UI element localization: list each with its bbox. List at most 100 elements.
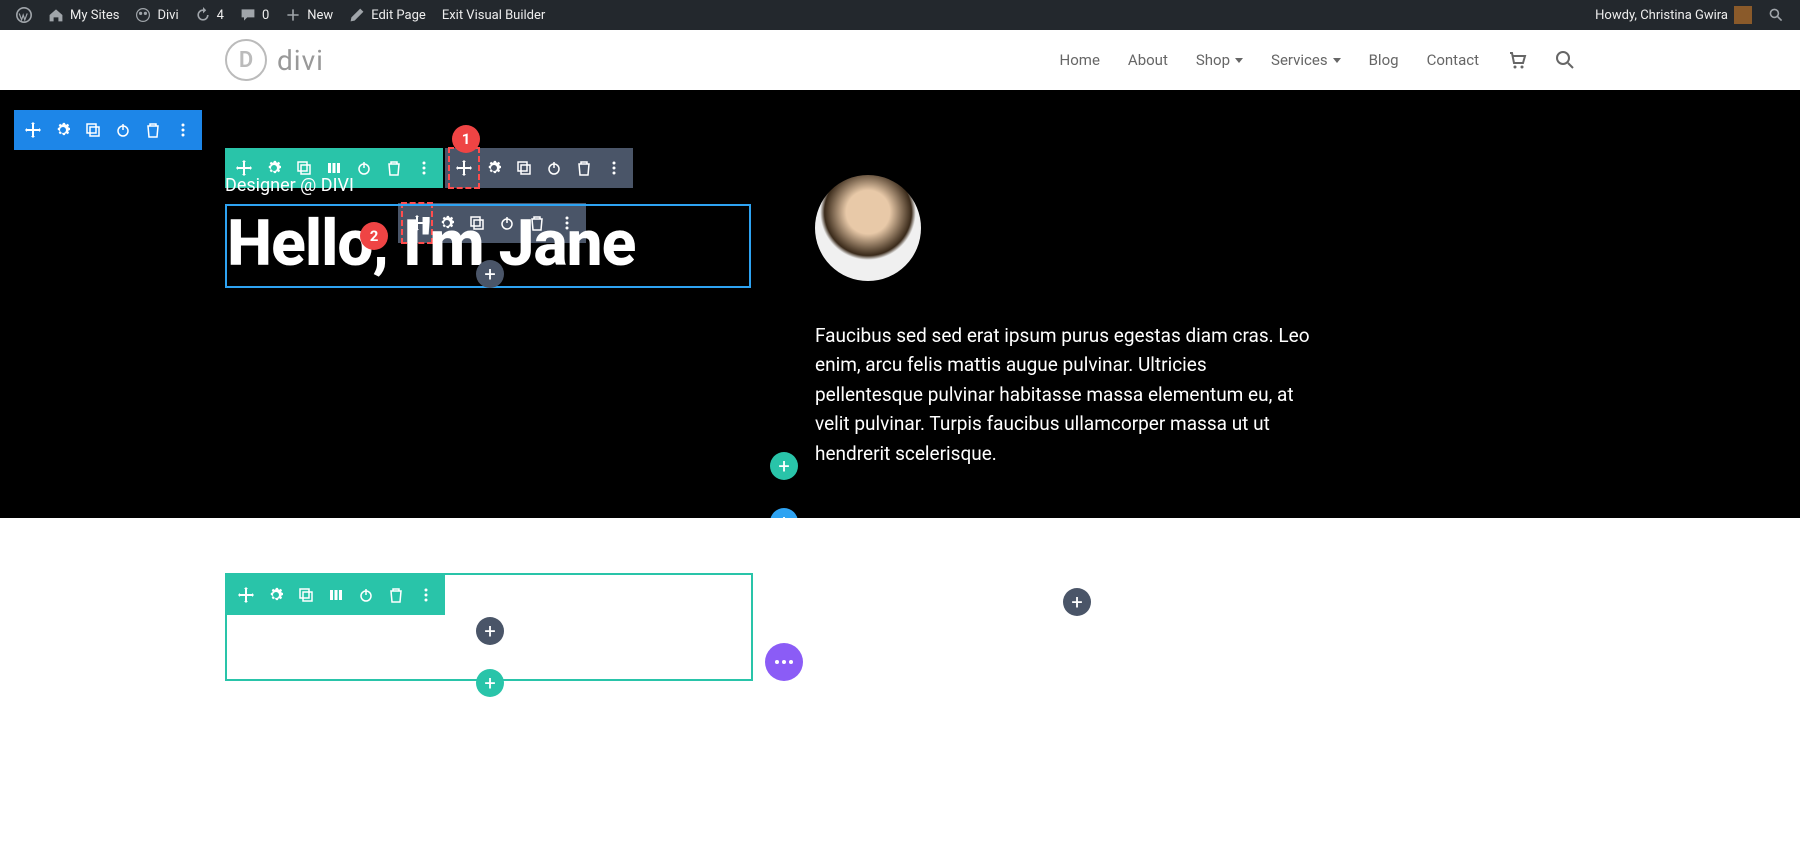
- plus-icon: [285, 7, 301, 23]
- nav-shop[interactable]: Shop: [1196, 51, 1243, 69]
- power-button[interactable]: [351, 575, 381, 615]
- more-icon: [418, 587, 434, 603]
- delete-button[interactable]: [381, 575, 411, 615]
- power-icon: [358, 587, 374, 603]
- columns-icon: [328, 587, 344, 603]
- add-row-button[interactable]: +: [476, 669, 504, 697]
- add-row-button[interactable]: +: [770, 452, 798, 480]
- more-button[interactable]: [411, 575, 441, 615]
- more-button[interactable]: [168, 110, 198, 150]
- profile-image: [815, 175, 921, 281]
- site-link[interactable]: Divi: [127, 0, 186, 30]
- new-label: New: [307, 8, 333, 23]
- cart-icon: [1507, 50, 1527, 70]
- updates-link[interactable]: 4: [187, 0, 232, 30]
- exit-vb-link[interactable]: Exit Visual Builder: [434, 0, 553, 30]
- wp-logo[interactable]: [8, 0, 40, 30]
- howdy-link[interactable]: Howdy, Christina Gwira: [1587, 0, 1760, 30]
- move-icon: [236, 160, 252, 176]
- duplicate-icon: [85, 122, 101, 138]
- logo-mark: D: [225, 39, 267, 81]
- power-button[interactable]: [108, 110, 138, 150]
- trash-icon: [386, 160, 402, 176]
- hero-section: 1 2 Designer @ DIVI Hello, I'm Jane + Fa…: [0, 90, 1800, 518]
- my-sites-link[interactable]: My Sites: [40, 0, 127, 30]
- nav-about[interactable]: About: [1128, 51, 1168, 69]
- wp-admin-bar: My Sites Divi 4 0 New Edit Page Exit Vis…: [0, 0, 1800, 30]
- gear-icon: [266, 160, 282, 176]
- row-toolbar-2: [227, 575, 445, 615]
- updates-count: 4: [217, 8, 224, 23]
- home-icon: [48, 7, 64, 23]
- search-icon: [1555, 50, 1575, 70]
- pencil-icon: [349, 7, 365, 23]
- duplicate-icon: [296, 160, 312, 176]
- power-icon: [356, 160, 372, 176]
- chevron-down-icon: [1235, 58, 1243, 63]
- comments-link[interactable]: 0: [232, 0, 277, 30]
- cart-link[interactable]: [1507, 50, 1527, 70]
- delete-button[interactable]: [138, 110, 168, 150]
- hero-subtitle: Designer @ DIVI: [225, 175, 755, 196]
- settings-button[interactable]: [261, 575, 291, 615]
- add-module-button[interactable]: +: [1063, 588, 1091, 616]
- add-module-button[interactable]: +: [476, 260, 504, 288]
- search-link[interactable]: [1555, 50, 1575, 70]
- site-name: Divi: [157, 8, 178, 23]
- duplicate-icon: [516, 160, 532, 176]
- wordpress-icon: [16, 7, 32, 23]
- hero-bio: Faucibus sed sed erat ipsum purus egesta…: [815, 321, 1315, 468]
- duplicate-icon: [298, 587, 314, 603]
- gear-icon: [486, 160, 502, 176]
- builder-menu-button[interactable]: [765, 643, 803, 681]
- main-nav: Home About Shop Services Blog Contact: [1060, 50, 1575, 70]
- power-icon: [546, 160, 562, 176]
- duplicate-button[interactable]: [291, 575, 321, 615]
- trash-icon: [388, 587, 404, 603]
- comment-icon: [240, 7, 256, 23]
- search-toggle[interactable]: [1760, 0, 1792, 30]
- gear-icon: [55, 122, 71, 138]
- columns-button[interactable]: [321, 575, 351, 615]
- howdy-text: Howdy, Christina Gwira: [1595, 8, 1728, 23]
- comments-count: 0: [262, 8, 269, 23]
- chevron-down-icon: [1333, 58, 1341, 63]
- dots-icon: [775, 660, 793, 664]
- columns-icon: [326, 160, 342, 176]
- callout-1: 1: [452, 125, 480, 153]
- headline-module[interactable]: Hello, I'm Jane +: [225, 204, 751, 288]
- trash-icon: [576, 160, 592, 176]
- section-toolbar: [14, 110, 202, 150]
- move-button[interactable]: [18, 110, 48, 150]
- logo[interactable]: D divi: [225, 39, 324, 81]
- my-sites-label: My Sites: [70, 8, 119, 23]
- refresh-icon: [195, 7, 211, 23]
- move-icon: [25, 122, 41, 138]
- nav-blog[interactable]: Blog: [1369, 51, 1399, 69]
- move-button[interactable]: [231, 575, 261, 615]
- settings-button[interactable]: [48, 110, 78, 150]
- move-icon: [456, 160, 472, 176]
- trash-icon: [145, 122, 161, 138]
- nav-contact[interactable]: Contact: [1427, 51, 1479, 69]
- avatar-icon: [1734, 6, 1752, 24]
- site-icon: [135, 7, 151, 23]
- add-module-button[interactable]: +: [476, 617, 504, 645]
- gear-icon: [268, 587, 284, 603]
- section-2: + + +: [0, 518, 1800, 781]
- nav-home[interactable]: Home: [1060, 51, 1100, 69]
- exit-vb-label: Exit Visual Builder: [442, 8, 545, 23]
- power-icon: [115, 122, 131, 138]
- more-icon: [606, 160, 622, 176]
- search-icon: [1768, 7, 1784, 23]
- nav-services[interactable]: Services: [1271, 51, 1341, 69]
- duplicate-button[interactable]: [78, 110, 108, 150]
- logo-text: divi: [277, 44, 324, 77]
- new-link[interactable]: New: [277, 0, 341, 30]
- more-icon: [416, 160, 432, 176]
- site-header: D divi Home About Shop Services Blog Con…: [0, 30, 1800, 90]
- edit-page-link[interactable]: Edit Page: [341, 0, 434, 30]
- move-icon: [238, 587, 254, 603]
- callout-2: 2: [360, 222, 388, 250]
- empty-row[interactable]: + +: [225, 573, 753, 681]
